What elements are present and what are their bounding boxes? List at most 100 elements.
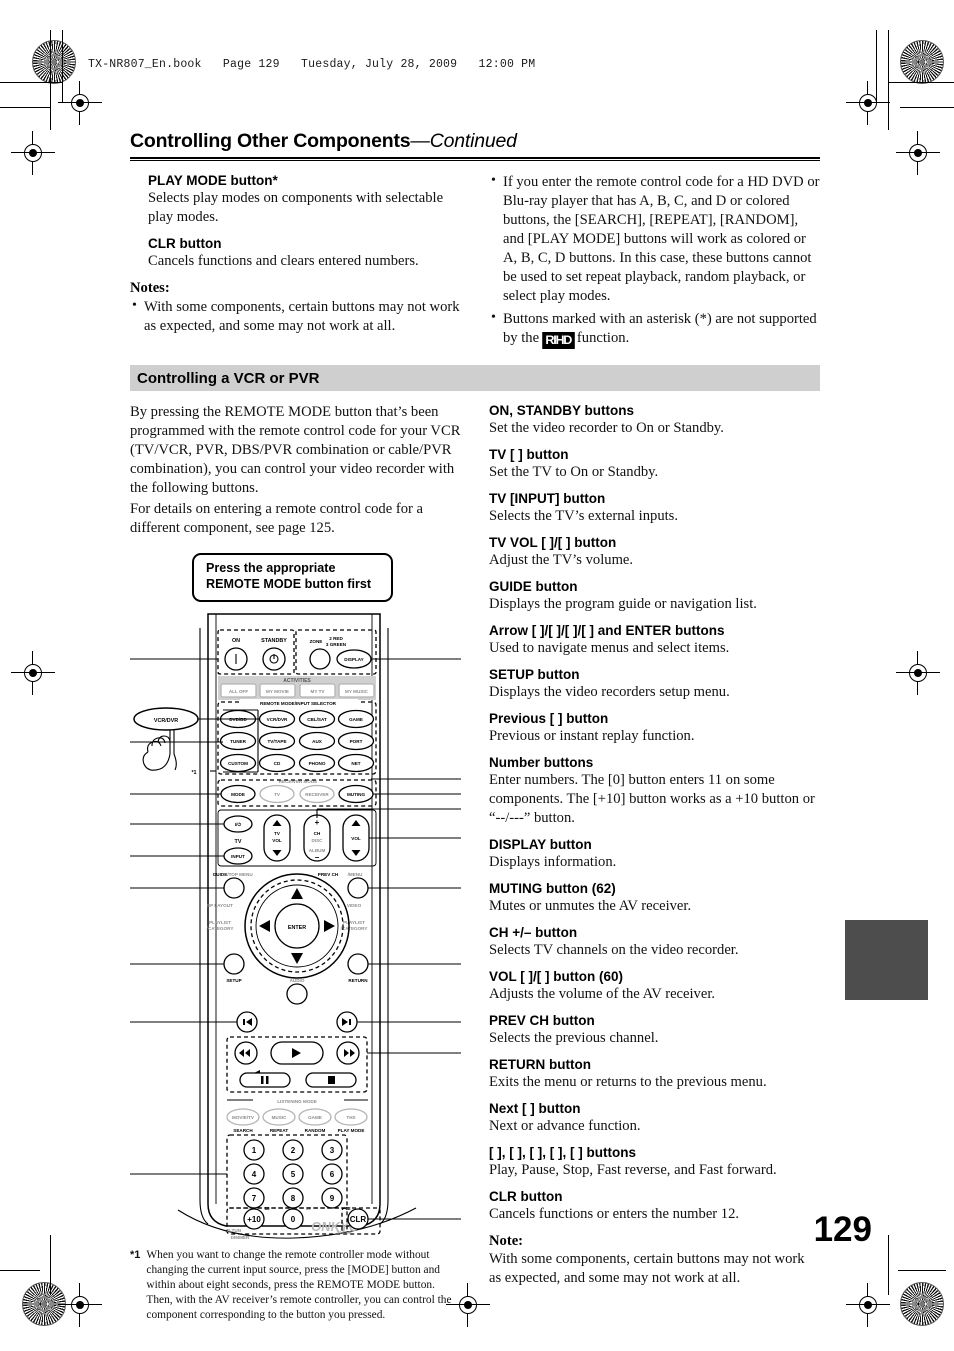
svg-text:+: +: [315, 818, 320, 827]
svg-text:/MENU: /MENU: [348, 872, 363, 877]
svg-text:THX: THX: [346, 1115, 356, 1120]
svg-text:REPEAT: REPEAT: [270, 1128, 288, 1133]
svg-text:TV: TV: [235, 839, 242, 845]
footnote-text: When you want to change the remote contr…: [146, 1248, 452, 1321]
svg-text:TV: TV: [274, 792, 281, 797]
crosshair-mark: [58, 81, 102, 125]
button-heading: RETURN button: [489, 1056, 591, 1072]
button-heading: VOL [ ]/[ ] button (60): [489, 968, 623, 984]
svg-text:CD: CD: [274, 761, 281, 766]
svg-text:VCR/DVR: VCR/DVR: [267, 717, 288, 722]
title-rule: [130, 157, 820, 161]
remote-control-diagram: .bs{fill:none;stroke:#000;stroke-width:1…: [130, 604, 461, 1244]
final-note-text: With some components, certain buttons ma…: [489, 1250, 805, 1286]
svg-text:RANDOM: RANDOM: [305, 1128, 326, 1133]
button-heading: TV [ ] button: [489, 447, 569, 463]
svg-text:PORT: PORT: [350, 739, 363, 744]
crosshair-mark: [896, 131, 940, 175]
svg-text:LISTENING MODE: LISTENING MODE: [277, 1099, 317, 1104]
button-heading: Next [ ] button: [489, 1100, 581, 1116]
button-heading: SETUP button: [489, 667, 580, 683]
svg-text:VOL: VOL: [272, 838, 282, 843]
page-content: Controlling Other Components—Continued P…: [130, 130, 820, 1323]
svg-text:/CATEGORY: /CATEGORY: [207, 926, 234, 931]
svg-text:2: 2: [291, 1146, 296, 1155]
remote-mode-callout: Press the appropriate REMOTE MODE button…: [192, 553, 393, 602]
footnote-marker: *1: [130, 1248, 141, 1261]
rihd-text-after: function.: [573, 329, 630, 346]
button-description: Selects the TV’s external inputs.: [489, 508, 679, 525]
svg-text:8: 8: [291, 1194, 296, 1203]
svg-text:7: 7: [252, 1194, 257, 1203]
callout-line-1: Press the appropriate: [206, 561, 336, 576]
main-columns: By pressing the REMOTE MODE button that’…: [130, 403, 820, 1322]
svg-text:SEARCH: SEARCH: [233, 1128, 253, 1133]
svg-text:VCR/DVR: VCR/DVR: [154, 718, 178, 724]
svg-text:9: 9: [330, 1194, 335, 1203]
svg-text:MY MUSIC: MY MUSIC: [345, 689, 369, 694]
svg-text:AUDIO: AUDIO: [290, 978, 305, 983]
crosshair-mark: [896, 651, 940, 695]
button-description: Set the TV to On or Standby.: [489, 464, 659, 481]
right-column-main: ON, STANDBY buttons Set the video record…: [489, 403, 820, 1322]
svg-text:GUIDE: GUIDE: [213, 872, 228, 877]
svg-text:RETURN: RETURN: [348, 978, 368, 983]
svg-text:/TOP MENU: /TOP MENU: [227, 872, 253, 877]
chapter-title-continued: —Continued: [410, 130, 517, 152]
button-description: Previous or instant replay function.: [489, 728, 695, 745]
button-heading: MUTING button (62): [489, 880, 616, 896]
svg-text:DIMMER: DIMMER: [231, 1235, 250, 1240]
button-description: Used to navigate menus and select items.: [489, 640, 730, 657]
button-description: Selects the previous channel.: [489, 1029, 659, 1046]
top-columns: PLAY MODE button* Selects play modes on …: [130, 172, 820, 353]
svg-text:TV: TV: [274, 831, 281, 836]
svg-text:ENTER: ENTER: [288, 925, 306, 931]
list-item-rihd: Buttons marked with an asterisk (*) are …: [489, 309, 820, 350]
section-intro-2: For details on entering a remote control…: [130, 501, 423, 537]
right-notes-list: If you enter the remote control code for…: [489, 172, 820, 350]
svg-text:CUSTOM: CUSTOM: [228, 761, 248, 766]
button-heading: GUIDE button: [489, 579, 578, 595]
svg-text:1: 1: [252, 1146, 257, 1155]
svg-text:*1: *1: [191, 770, 196, 776]
button-description: Next or advance function.: [489, 1117, 641, 1134]
svg-text:CH: CH: [314, 831, 321, 836]
list-item: If you enter the remote control code for…: [489, 172, 820, 306]
thumb-tab-marker: [845, 920, 928, 1000]
svg-text:SETUP: SETUP: [226, 978, 241, 983]
button-description: Enter numbers. The [0] button enters 11 …: [489, 772, 815, 827]
svg-text:INPUT: INPUT: [231, 854, 245, 859]
button-heading: [ ], [ ], [ ], [ ], [ ] buttons: [489, 1144, 636, 1160]
svg-text:MY TV: MY TV: [311, 689, 326, 694]
button-description: Mutes or unmutes the AV receiver.: [489, 897, 692, 914]
notes-label: Notes:: [130, 279, 170, 296]
button-description: Play, Pause, Stop, Fast reverse, and Fas…: [489, 1161, 777, 1178]
svg-text:MODE: MODE: [231, 792, 245, 797]
halftone-circle: [900, 40, 944, 84]
button-description: Displays the program guide or navigation…: [489, 596, 757, 613]
crosshair-mark: [58, 1283, 102, 1327]
svg-text:CBL/SAT: CBL/SAT: [307, 717, 327, 722]
svg-text:MUTING: MUTING: [347, 792, 366, 797]
book-header-line: TX-NR807_En.book Page 129 Tuesday, July …: [88, 58, 536, 71]
svg-text:DISC: DISC: [312, 838, 324, 843]
svg-text:MOVIE/TV: MOVIE/TV: [232, 1115, 255, 1120]
play-mode-description: Selects play modes on components with se…: [148, 190, 444, 225]
button-heading: TV [INPUT] button: [489, 491, 606, 507]
button-description: Adjusts the volume of the AV receiver.: [489, 985, 716, 1002]
svg-text:5: 5: [291, 1170, 296, 1179]
chapter-title-text: Controlling Other Components: [130, 130, 411, 152]
button-description: Displays information.: [489, 854, 617, 870]
svg-text:PHONO: PHONO: [309, 761, 326, 766]
clr-heading: CLR button: [148, 235, 222, 251]
svg-text:ZONE: ZONE: [310, 639, 323, 644]
button-description: Cancels functions or enters the number 1…: [489, 1205, 740, 1222]
svg-text:PREV CH: PREV CH: [318, 872, 339, 877]
button-description: Selects TV channels on the video recorde…: [489, 941, 739, 958]
button-description: Exits the menu or returns to the previou…: [489, 1073, 767, 1090]
svg-text:D.TUN: D.TUN: [227, 1228, 242, 1233]
button-description: Displays the video recorders setup menu.: [489, 684, 730, 701]
svg-text:VOL: VOL: [351, 836, 361, 841]
svg-text:SLEEP: SLEEP: [336, 1230, 351, 1235]
left-column-top: PLAY MODE button* Selects play modes on …: [130, 173, 461, 353]
